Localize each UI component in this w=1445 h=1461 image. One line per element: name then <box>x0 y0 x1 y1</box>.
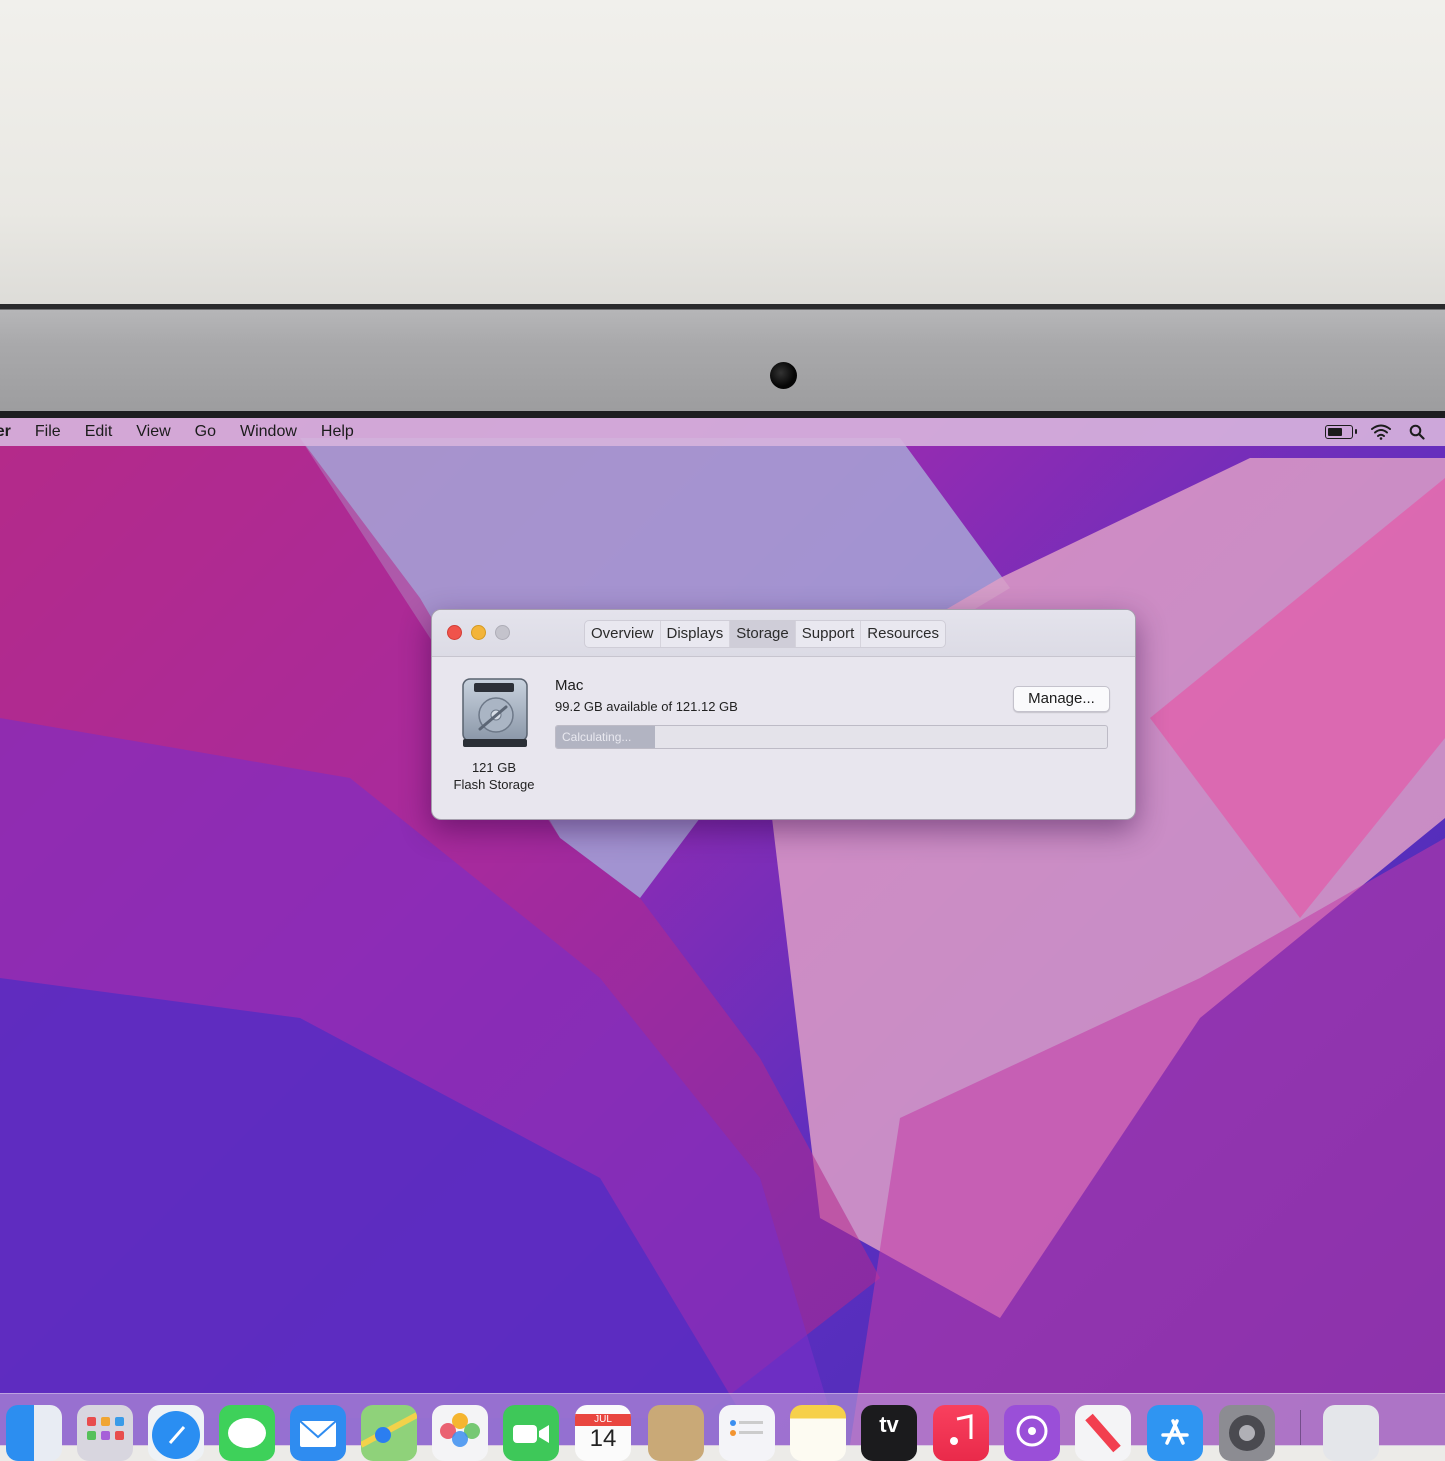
battery-icon[interactable] <box>1325 425 1357 439</box>
storage-usage-bar: Calculating... <box>555 725 1108 749</box>
tab-support[interactable]: Support <box>796 621 862 647</box>
apple-tv-icon[interactable]: tv <box>861 1405 917 1461</box>
menu-help[interactable]: Help <box>309 423 366 441</box>
launchpad-icon[interactable] <box>77 1405 133 1461</box>
close-button[interactable] <box>447 625 462 640</box>
calendar-icon[interactable]: JUL 14 <box>575 1405 631 1461</box>
minimize-button[interactable] <box>471 625 486 640</box>
reminders-icon[interactable] <box>719 1405 775 1461</box>
menu-edit[interactable]: Edit <box>73 423 125 441</box>
spotlight-search-icon[interactable] <box>1409 424 1425 440</box>
drive-type-label: Flash Storage <box>453 777 535 792</box>
drive-capacity-label: 121 GB <box>471 760 517 775</box>
notes-icon[interactable] <box>790 1405 846 1461</box>
app-store-icon[interactable] <box>1147 1405 1203 1461</box>
manage-button[interactable]: Manage... <box>1013 686 1110 712</box>
utilities-icon[interactable] <box>1323 1405 1379 1461</box>
calendar-day: 14 <box>589 1425 617 1452</box>
menu-bar: der File Edit View Go Window Help <box>0 418 1445 446</box>
menu-file[interactable]: File <box>23 423 73 441</box>
mail-icon[interactable] <box>290 1405 346 1461</box>
tab-storage[interactable]: Storage <box>730 621 796 647</box>
status-area <box>1325 418 1445 446</box>
about-this-mac-window: Overview Displays Storage Support Resour… <box>431 609 1136 820</box>
webcam <box>770 362 797 389</box>
storage-calculating-label: Calculating... <box>562 730 632 744</box>
maps-icon[interactable] <box>361 1405 417 1461</box>
messages-icon[interactable] <box>219 1405 275 1461</box>
music-icon[interactable] <box>933 1405 989 1461</box>
menu-window[interactable]: Window <box>228 423 309 441</box>
background-wall <box>0 0 1445 305</box>
tab-displays[interactable]: Displays <box>661 621 731 647</box>
news-icon[interactable] <box>1075 1405 1131 1461</box>
desktop-wallpaper <box>0 418 1445 1445</box>
tab-bar: Overview Displays Storage Support Resour… <box>584 620 946 648</box>
contacts-icon[interactable] <box>648 1405 704 1461</box>
finder-icon[interactable] <box>6 1405 62 1461</box>
facetime-icon[interactable] <box>503 1405 559 1461</box>
podcasts-icon[interactable] <box>1004 1405 1060 1461</box>
system-preferences-icon[interactable] <box>1219 1405 1275 1461</box>
laptop-bezel <box>0 304 1445 416</box>
hard-drive-icon <box>462 678 528 747</box>
tab-resources[interactable]: Resources <box>861 621 945 647</box>
zoom-button[interactable] <box>495 625 510 640</box>
menu-go[interactable]: Go <box>183 423 228 441</box>
disk-availability: 99.2 GB available of 121.12 GB <box>555 699 738 714</box>
menu-app-name[interactable]: der <box>0 423 23 441</box>
disk-name: Mac <box>555 677 584 694</box>
menu-view[interactable]: View <box>124 423 182 441</box>
apple-tv-label: tv <box>879 1412 899 1437</box>
photos-icon[interactable] <box>432 1405 488 1461</box>
window-titlebar: Overview Displays Storage Support Resour… <box>432 610 1135 657</box>
tab-overview[interactable]: Overview <box>585 621 661 647</box>
wifi-icon[interactable] <box>1371 424 1391 440</box>
dock-separator <box>1300 1410 1301 1445</box>
safari-icon[interactable] <box>148 1405 204 1461</box>
